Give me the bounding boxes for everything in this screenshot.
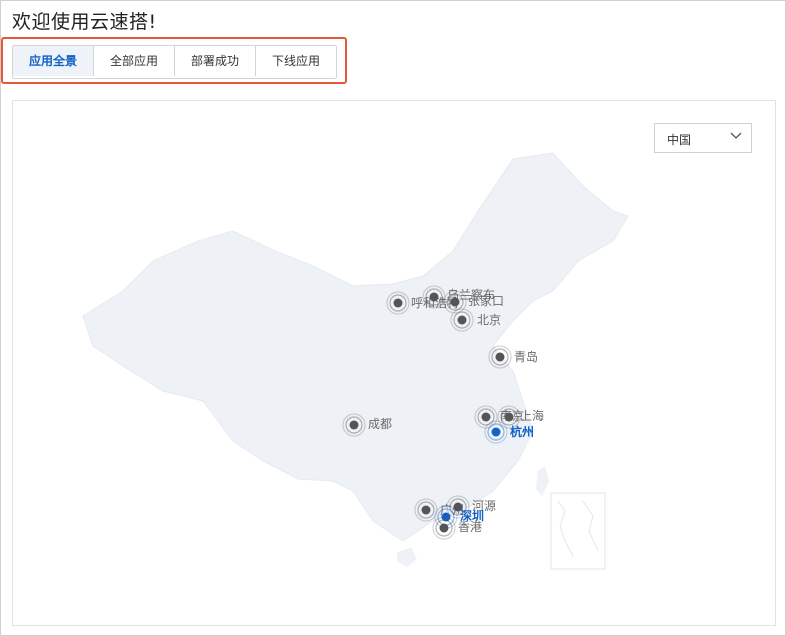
region-select-value: 中国 — [667, 133, 692, 147]
city-marker[interactable]: 香港 — [432, 516, 482, 540]
city-marker[interactable]: 青岛 — [488, 345, 538, 369]
page-title: 欢迎使用云速搭! — [12, 11, 157, 33]
city-label: 青岛 — [514, 349, 538, 364]
city-label: 杭州 — [510, 424, 534, 439]
city-label: 香港 — [458, 520, 482, 534]
taiwan-island — [536, 466, 549, 496]
marker-dot — [457, 315, 467, 325]
tab-overview[interactable]: 应用全景 — [13, 46, 94, 76]
china-map: 呼和浩特乌兰察布张家口北京青岛南京上海杭州成都广州河源深圳香港 — [82, 152, 629, 570]
tab-bar: 应用全景 全部应用 部署成功 下线应用 — [12, 45, 337, 79]
marker-dot — [393, 298, 403, 308]
city-label: 北京 — [477, 313, 501, 327]
tab-offline-apps[interactable]: 下线应用 — [256, 46, 336, 76]
marker-dot — [439, 523, 449, 533]
region-select[interactable]: 中国 — [654, 123, 752, 153]
city-label: 成都 — [368, 417, 392, 431]
marker-dot — [495, 352, 505, 362]
marker-dot — [349, 420, 359, 430]
marker-dot — [504, 412, 514, 422]
marker-dot — [429, 292, 439, 302]
app-frame: 欢迎使用云速搭! 应用全景 全部应用 部署成功 下线应用 呼和浩特 乌兰察布 张家口… — [0, 0, 786, 636]
tab-deployed[interactable]: 部署成功 — [175, 46, 256, 76]
chevron-down-icon — [729, 129, 743, 146]
inset-coastline — [557, 500, 599, 557]
south-china-sea-inset — [550, 492, 606, 570]
tab-all-apps[interactable]: 全部应用 — [94, 46, 175, 76]
marker-dot — [421, 505, 431, 515]
hainan-island — [397, 547, 417, 567]
city-label: 上海 — [520, 408, 544, 423]
map-panel: 呼和浩特乌兰察布张家口北京青岛南京上海杭州成都广州河源深圳香港 中国 — [12, 100, 776, 626]
city-label: 张家口 — [468, 293, 504, 308]
marker-dot — [491, 427, 501, 437]
marker-dot — [481, 412, 491, 422]
marker-dot — [450, 297, 460, 307]
